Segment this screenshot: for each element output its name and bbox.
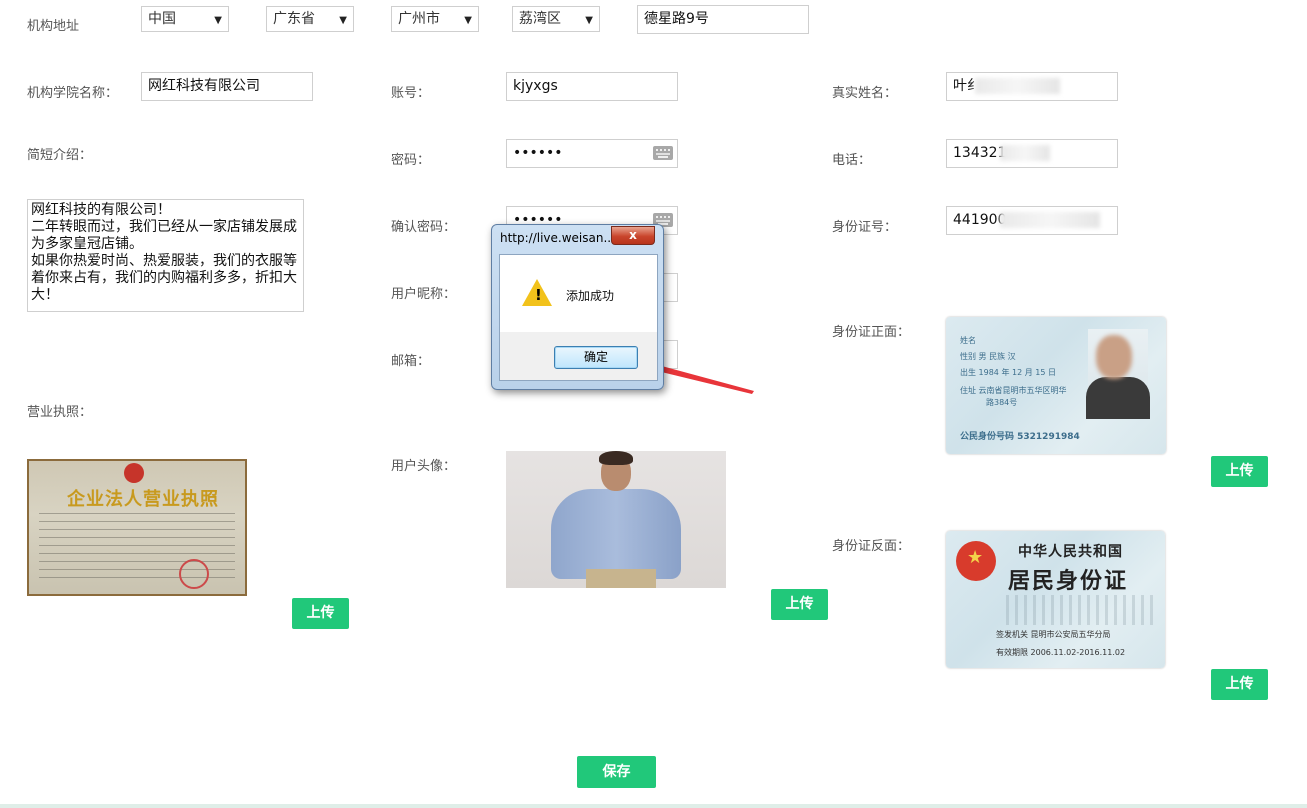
idback-country: 中华人民共和国 [1018,544,1123,560]
idback-label: 身份证反面： [832,539,911,554]
dialog-title: http://live.weisan... [500,231,615,245]
avatar-image [506,451,726,588]
idfront-line: 出生 1984 年 12 月 15 日 [960,368,1056,377]
province-value: 广东省 [273,11,315,27]
idnum-label: 身份证号： [832,220,898,235]
upload-avatar-button[interactable]: 上传 [771,589,828,620]
intro-textarea[interactable]: 网红科技的有限公司！ 二年转眼而过，我们已经从一家店铺发展成为多家皇冠店铺。 如… [27,199,304,312]
idback-image: 中华人民共和国 居民身份证 签发机关 昆明市公安局五华分局 有效期限 2006.… [946,531,1165,668]
nickname-label: 用户昵称： [391,287,457,302]
district-select[interactable]: 荔湾区 ▼ [512,6,600,32]
idfront-body [1086,377,1150,419]
district-value: 荔湾区 [519,11,561,27]
national-emblem-icon [124,463,144,483]
keyboard-icon[interactable] [653,146,673,160]
country-select[interactable]: 中国 ▼ [141,6,229,32]
upload-idfront-button[interactable]: 上传 [1211,456,1268,487]
avatar-hair [599,451,633,465]
bottom-scrollbar[interactable] [0,804,1307,808]
redaction-blur [1000,145,1050,161]
idnum-value: 441900 [953,212,1007,228]
upload-license-button[interactable]: 上传 [292,598,349,629]
account-label: 账号： [391,86,431,101]
idfront-line: 住址 云南省昆明市五华区明华 [960,386,1067,395]
idfront-image: 姓名 性别 男 民族 汉 出生 1984 年 12 月 15 日 住址 云南省昆… [946,317,1166,454]
idback-valid: 有效期限 2006.11.02-2016.11.02 [996,648,1126,657]
license-title: 企业法人营业执照 [67,489,219,510]
email-label: 邮箱： [391,354,431,369]
password-label: 密码： [391,153,431,168]
avatar-label: 用户头像： [391,459,457,474]
idfront-line: 路384号 [986,398,1018,407]
idback-title: 居民身份证 [1008,568,1129,594]
license-image: 企业法人营业执照 [27,459,247,596]
redaction-blur [1000,212,1100,228]
avatar-shirt [551,489,681,579]
avatar-pants [586,569,656,588]
idfront-line: 性别 男 民族 汉 [960,352,1016,361]
idfront-label: 身份证正面： [832,325,911,340]
idback-authority: 签发机关 昆明市公安局五华分局 [996,630,1111,639]
seal-icon [179,559,209,589]
chevron-down-icon: ▼ [464,15,472,26]
country-value: 中国 [148,11,176,27]
idfront-line: 公民身份号码 5321291984 [960,432,1080,442]
chevron-down-icon: ▼ [214,15,222,26]
city-select[interactable]: 广州市 ▼ [391,6,479,32]
phone-value: 134321 [953,145,1007,161]
close-button[interactable]: x [611,226,655,245]
password-value: •••••• [513,145,563,161]
chevron-down-icon: ▼ [585,15,593,26]
account-input[interactable]: kjyxgs [506,72,678,101]
redaction-blur [975,78,1060,94]
city-value: 广州市 [398,11,440,27]
alert-dialog: http://live.weisan... x ! 添加成功 确定 [491,224,664,390]
great-wall-pattern [1006,595,1156,625]
upload-idback-button[interactable]: 上传 [1211,669,1268,700]
save-button[interactable]: 保存 [577,756,656,788]
intro-label: 简短介绍： [27,148,93,163]
chevron-down-icon: ▼ [339,15,347,26]
idfront-line: 姓名 [960,336,976,345]
province-select[interactable]: 广东省 ▼ [266,6,354,32]
dialog-message: 添加成功 [566,289,615,303]
national-emblem-icon [956,541,996,581]
realname-label: 真实姓名： [832,86,898,101]
institution-input[interactable]: 网红科技有限公司 [141,72,313,101]
idfront-face [1096,335,1132,379]
institution-label: 机构学院名称： [27,86,119,101]
confirm-password-label: 确认密码： [391,220,457,235]
password-input[interactable]: •••••• [506,139,678,168]
license-label: 营业执照： [27,405,93,420]
warning-mark: ! [535,286,542,304]
ok-button[interactable]: 确定 [554,346,638,369]
address-label: 机构地址 [27,19,80,34]
phone-label: 电话： [832,153,872,168]
street-input[interactable]: 德星路9号 [637,5,809,34]
